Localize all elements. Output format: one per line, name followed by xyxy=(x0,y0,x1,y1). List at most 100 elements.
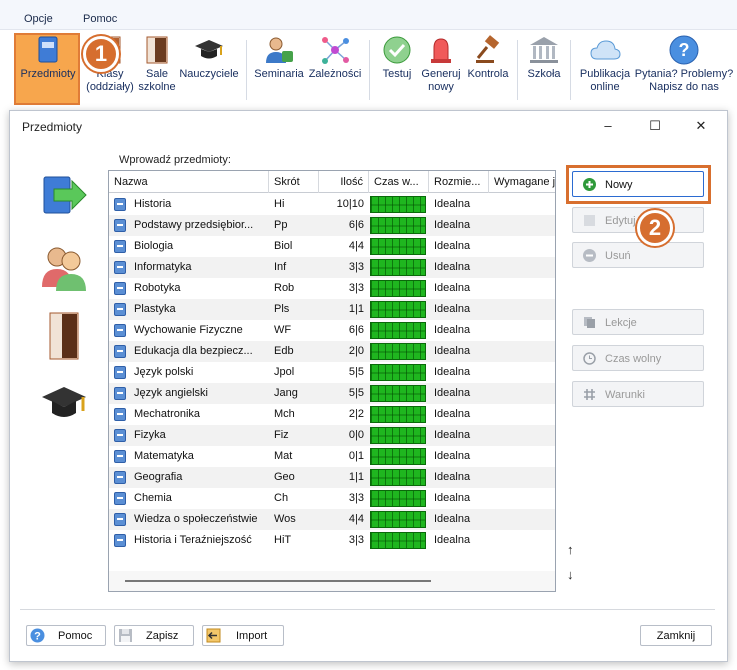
table-row[interactable]: Język polski Jpol 5|5 Idealna xyxy=(109,362,555,383)
save-button-label: Zapisz xyxy=(146,630,179,642)
table-row[interactable]: Biologia Biol 4|4 Idealna xyxy=(109,236,555,257)
table-row[interactable]: Język angielski Jang 5|5 Idealna xyxy=(109,383,555,404)
free-time-button[interactable]: Czas wolny xyxy=(572,345,704,371)
subject-icon xyxy=(114,534,126,547)
subject-icon xyxy=(114,471,126,484)
table-row[interactable]: Edukacja dla bezpiecz... Edb 2|0 Idealna xyxy=(109,341,555,362)
ribbon-label: Klasy (oddziały) xyxy=(86,68,134,93)
column-header-required[interactable]: Wymagane j xyxy=(489,171,555,193)
ribbon-dependencies-button[interactable]: Zależności xyxy=(306,34,364,81)
subject-icon xyxy=(114,450,126,463)
conditions-button[interactable]: Warunki xyxy=(572,381,704,407)
generate-alarm-icon xyxy=(431,38,451,63)
ribbon-contact-button[interactable]: ? Pytania? Problemy? Napisz do nas xyxy=(634,34,734,94)
cell-time-bar xyxy=(370,427,426,444)
conditions-button-label: Warunki xyxy=(605,389,645,401)
maximize-icon[interactable]: ☐ xyxy=(646,117,664,135)
ribbon-rooms-button[interactable]: Sale szkolne xyxy=(133,34,181,94)
subject-icon xyxy=(114,387,126,400)
table-row[interactable]: Historia Hi 10|10 Idealna xyxy=(109,194,555,215)
menu-opcje[interactable]: Opcje xyxy=(24,13,53,25)
ribbon-seminars-button[interactable]: Seminaria xyxy=(252,34,306,81)
close-button[interactable]: Zamknij xyxy=(640,625,712,646)
cell-abbr: Mat xyxy=(274,450,293,462)
import-button-label: Import xyxy=(236,630,268,642)
scrollbar-thumb[interactable] xyxy=(125,580,431,582)
cell-time-bar xyxy=(370,238,426,255)
table-row[interactable]: Mechatronika Mch 2|2 Idealna xyxy=(109,404,555,425)
cell-abbr: Wos xyxy=(274,513,296,525)
cell-abbr: Inf xyxy=(274,261,287,273)
cell-name: Fizyka xyxy=(134,429,166,441)
ribbon-label: Generuj nowy xyxy=(421,68,461,93)
table-row[interactable]: Wychowanie Fizyczne WF 6|6 Idealna xyxy=(109,320,555,341)
cell-abbr: Pls xyxy=(274,303,290,315)
rooms-nav-icon[interactable] xyxy=(40,311,88,361)
close-icon[interactable]: ✕ xyxy=(692,117,710,135)
cell-abbr: Jpol xyxy=(274,366,295,378)
cell-size: Idealna xyxy=(434,534,471,546)
column-header-time[interactable]: Czas w... xyxy=(369,171,429,193)
cell-size: Idealna xyxy=(434,408,471,420)
table-row[interactable]: Chemia Ch 3|3 Idealna xyxy=(109,488,555,509)
teachers-nav-icon[interactable] xyxy=(40,379,88,429)
cell-size: Idealna xyxy=(434,345,471,357)
move-up-icon[interactable]: ↑ xyxy=(567,542,574,557)
ribbon-generate-button[interactable]: Generuj nowy xyxy=(418,34,464,94)
horizontal-scrollbar[interactable] xyxy=(109,571,555,591)
ribbon-separator xyxy=(369,40,370,100)
table-row[interactable]: Historia i Teraźniejszość HiT 3|3 Idealna xyxy=(109,530,555,551)
control-gavel-icon xyxy=(476,35,500,63)
column-header-size[interactable]: Rozmie... xyxy=(429,171,489,193)
subjects-nav-icon[interactable] xyxy=(40,171,88,221)
ribbon-publish-button[interactable]: Publikacja online xyxy=(575,34,635,94)
column-header-name[interactable]: Nazwa xyxy=(109,171,269,193)
ribbon-subjects-button[interactable]: Przedmioty xyxy=(16,34,80,81)
table-row[interactable]: Informatyka Inf 3|3 Idealna xyxy=(109,257,555,278)
cell-size: Idealna xyxy=(434,366,471,378)
cell-abbr: Pp xyxy=(274,219,288,231)
table-row[interactable]: Geografia Geo 1|1 Idealna xyxy=(109,467,555,488)
move-down-icon[interactable]: ↓ xyxy=(567,567,574,582)
table-row[interactable]: Matematyka Mat 0|1 Idealna xyxy=(109,446,555,467)
cell-time-bar xyxy=(370,322,426,339)
close-button-label: Zamknij xyxy=(656,630,696,642)
save-icon xyxy=(119,629,132,642)
table-row[interactable]: Fizyka Fiz 0|0 Idealna xyxy=(109,425,555,446)
ribbon-teachers-button[interactable]: Nauczyciele xyxy=(178,34,240,81)
ribbon-test-button[interactable]: Testuj xyxy=(376,34,418,81)
delete-button[interactable]: Usuń xyxy=(572,242,704,268)
people-nav-icon[interactable] xyxy=(40,243,88,293)
ribbon-school-button[interactable]: Szkoła xyxy=(522,34,566,81)
column-header-abbr[interactable]: Skrót xyxy=(269,171,319,193)
hash-icon xyxy=(584,389,595,400)
cell-name: Edukacja dla bezpiecz... xyxy=(134,345,253,357)
test-check-icon xyxy=(383,36,411,64)
subject-icon xyxy=(114,366,126,379)
footer-divider xyxy=(20,609,715,610)
subject-icon xyxy=(114,303,126,316)
dependencies-network-icon xyxy=(322,37,349,64)
table-row[interactable]: Plastyka Pls 1|1 Idealna xyxy=(109,299,555,320)
ribbon-control-button[interactable]: Kontrola xyxy=(464,34,512,81)
subjects-book-icon xyxy=(38,36,58,63)
cell-name: Język angielski xyxy=(134,387,208,399)
ribbon-label: Testuj xyxy=(382,68,412,80)
save-button[interactable]: Zapisz xyxy=(114,625,194,646)
import-button[interactable]: Import xyxy=(202,625,284,646)
minimize-icon[interactable]: – xyxy=(599,117,617,135)
table-row[interactable]: Wiedza o społeczeństwie Wos 4|4 Idealna xyxy=(109,509,555,530)
new-button-highlight xyxy=(566,165,711,204)
subjects-table: Nazwa Skrót Ilość Czas w... Rozmie... Wy… xyxy=(108,170,556,592)
menu-pomoc[interactable]: Pomoc xyxy=(83,13,117,25)
help-button[interactable]: ? Pomoc xyxy=(26,625,106,646)
cell-time-bar xyxy=(370,406,426,423)
column-header-qty[interactable]: Ilość xyxy=(319,171,369,193)
subject-icon xyxy=(114,429,126,442)
table-row[interactable]: Podstawy przedsiębior... Pp 6|6 Idealna xyxy=(109,215,555,236)
cell-abbr: Jang xyxy=(274,387,298,399)
table-row[interactable]: Robotyka Rob 3|3 Idealna xyxy=(109,278,555,299)
lessons-button[interactable]: Lekcje xyxy=(572,309,704,335)
cell-qty: 1|1 xyxy=(348,303,364,315)
lessons-icon xyxy=(584,317,595,328)
